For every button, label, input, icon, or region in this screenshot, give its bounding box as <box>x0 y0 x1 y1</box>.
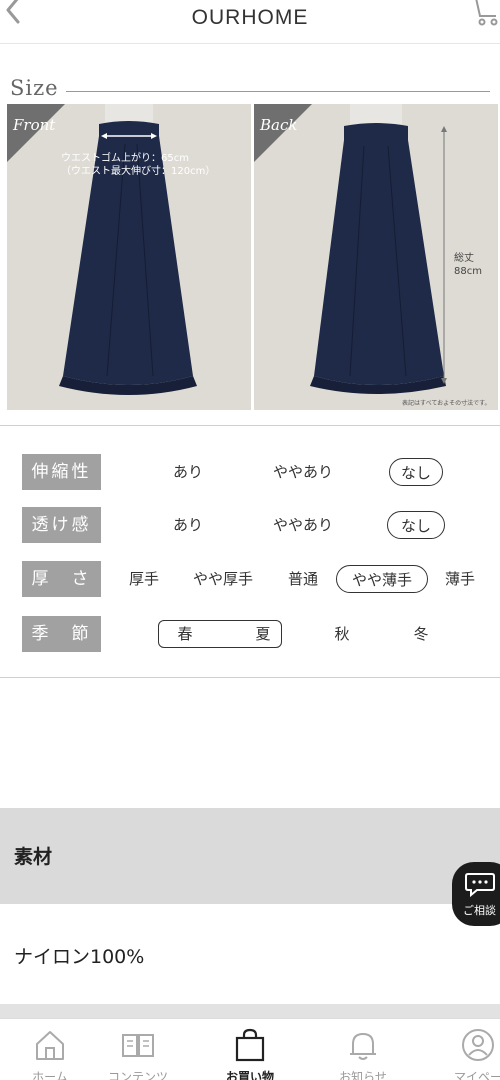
front-photo: Front ウエストゴム上がり：65cm （ウエスト最大伸び寸：120cm） <box>7 104 251 410</box>
bell-icon <box>350 1032 376 1060</box>
attr-label: 透け感 <box>22 507 101 543</box>
attr-row-thickness: 厚 さ 厚手 やや厚手 普通 やや薄手 薄手 <box>0 561 500 597</box>
option: 普通 <box>287 570 318 588</box>
option-selected: なし <box>387 511 445 539</box>
attr-label: 季 節 <box>22 616 101 652</box>
attr-row-sheerness: 透け感 あり ややあり なし <box>0 507 500 543</box>
bottom-tab-bar: ホーム コンテンツ お買い物 お知らせ マイペー <box>0 1018 500 1080</box>
waist-note: ウエストゴム上がり：65cm <box>61 153 189 164</box>
attr-row-season: 季 節 春 夏 秋 冬 <box>0 616 500 652</box>
tab-home[interactable]: ホーム <box>0 1019 100 1080</box>
option: 夏 <box>255 625 271 643</box>
front-label: Front <box>13 116 56 134</box>
tab-contents[interactable]: コンテンツ <box>88 1019 188 1080</box>
tab-notifications[interactable]: お知らせ <box>313 1019 413 1080</box>
option: 秋 <box>334 625 350 643</box>
tab-label: ホーム <box>32 1070 68 1080</box>
tab-shopping[interactable]: お買い物 <box>200 1019 300 1080</box>
back-photo: Back 総丈 88cm 表記はすべておよその寸法です。 <box>254 104 498 410</box>
measurement-disclaimer: 表記はすべておよその寸法です。 <box>402 400 491 407</box>
material-header[interactable]: 素材 <box>0 808 500 904</box>
user-icon <box>462 1029 494 1061</box>
attribute-table: 伸縮性 あり ややあり なし 透け感 あり ややあり なし 厚 さ 厚手 やや厚… <box>0 425 500 678</box>
material-value: ナイロン100% <box>14 946 145 968</box>
option: 冬 <box>413 625 429 643</box>
chat-label: ご相談 <box>463 904 496 917</box>
option: ややあり <box>272 516 333 534</box>
option: あり <box>172 516 203 534</box>
tab-mypage[interactable]: マイペー <box>428 1019 500 1080</box>
option: ややあり <box>272 463 333 481</box>
length-label: 総丈 <box>454 253 474 264</box>
back-label: Back <box>260 116 298 134</box>
attr-label: 厚 さ <box>22 561 101 597</box>
tab-label: お知らせ <box>339 1070 387 1080</box>
material-title: 素材 <box>14 846 53 868</box>
tab-label: コンテンツ <box>107 1070 168 1080</box>
tab-label: お買い物 <box>225 1070 274 1080</box>
attr-row-stretch: 伸縮性 あり ややあり なし <box>0 454 500 490</box>
option: 春 <box>177 625 193 643</box>
section-divider <box>0 1004 500 1018</box>
attr-label: 伸縮性 <box>22 454 101 490</box>
cart-icon[interactable] <box>468 0 500 26</box>
chat-consult-button[interactable]: ご相談 <box>452 862 500 926</box>
app-header: OURHOME <box>0 0 500 44</box>
home-icon <box>36 1031 64 1060</box>
book-icon <box>122 1034 154 1057</box>
page-title: OURHOME <box>191 6 309 29</box>
waist-max-note: （ウエスト最大伸び寸：120cm） <box>61 166 216 177</box>
chat-bubble-icon <box>465 873 495 898</box>
option-selected: なし <box>389 458 443 486</box>
option: あり <box>172 463 203 481</box>
divider <box>66 91 490 92</box>
length-value: 88cm <box>454 266 482 277</box>
tab-label: マイペー <box>453 1070 500 1080</box>
option: 薄手 <box>444 570 475 588</box>
size-section-title: Size <box>10 76 59 100</box>
option: やや厚手 <box>192 570 253 588</box>
shopping-bag-icon <box>235 1028 265 1062</box>
option: 厚手 <box>128 570 159 588</box>
option-selected: やや薄手 <box>336 565 428 593</box>
